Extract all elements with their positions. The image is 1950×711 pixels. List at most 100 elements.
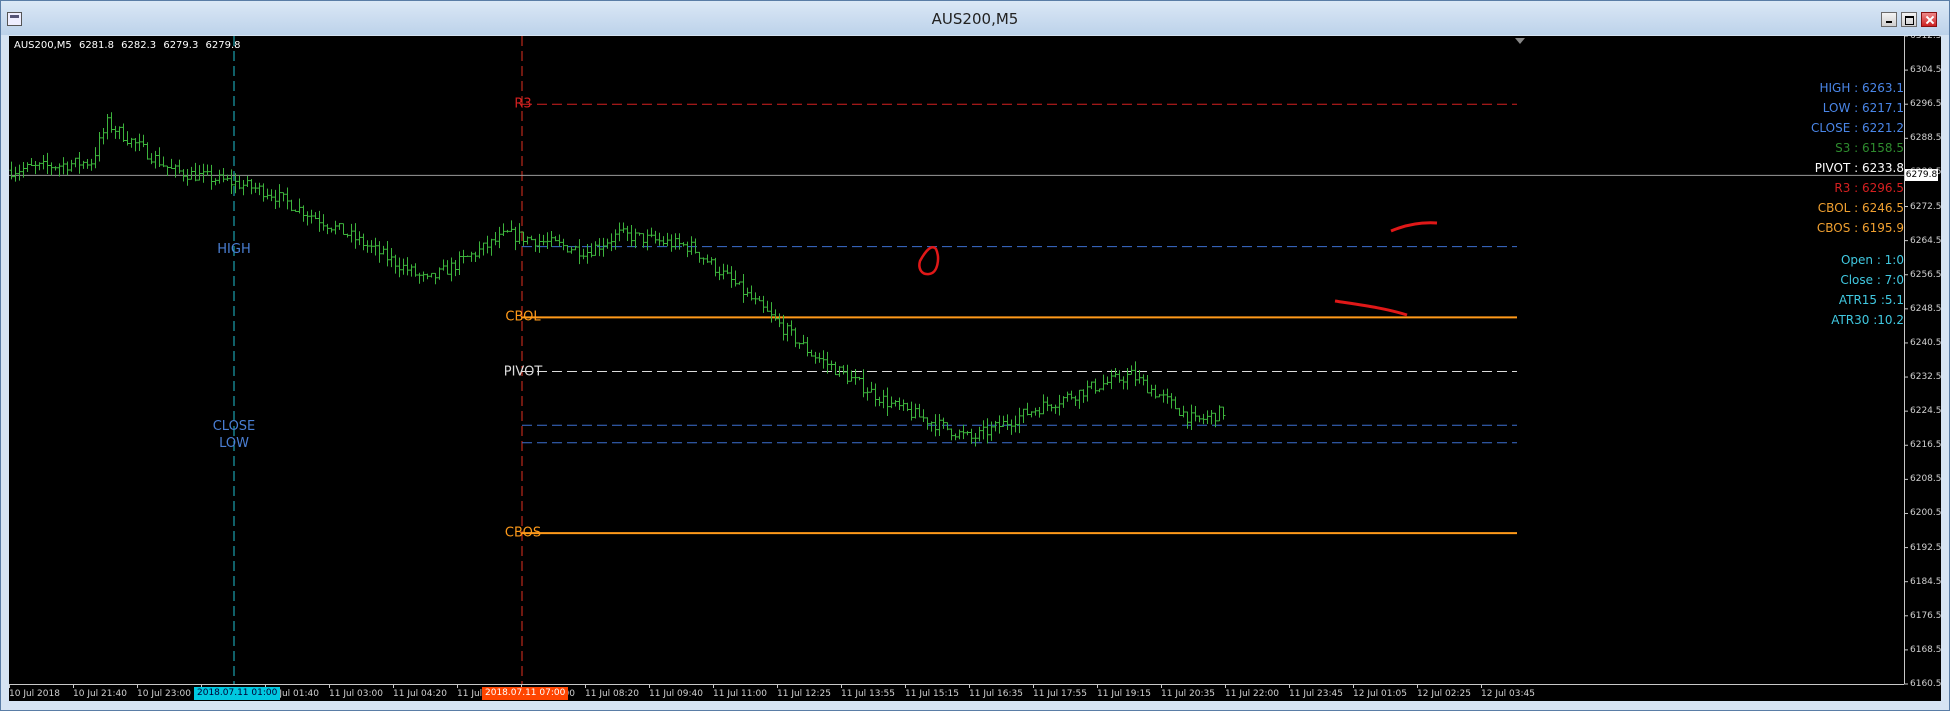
vline-time-marker-day: 2018.07.11 01:00 — [194, 687, 281, 700]
ohlc-bar — [433, 272, 438, 285]
ohlc-bar — [789, 320, 794, 336]
ohlc-bar — [773, 309, 778, 321]
ohlc-bar — [1165, 388, 1170, 404]
ohlc-bar — [537, 233, 542, 253]
symbol-name: AUS200,M5 — [14, 40, 72, 51]
ohlc-bar — [289, 199, 294, 212]
ohlc-bar — [13, 166, 18, 182]
ohlc-bar — [485, 235, 490, 254]
ohlc-bar — [213, 178, 218, 186]
ohlc-bar — [685, 241, 690, 258]
annotation-high-stroke — [1390, 221, 1438, 233]
ohlc-bar — [277, 184, 282, 208]
ohlc-bar — [53, 166, 58, 171]
ohlc-bar — [845, 364, 850, 385]
ohlc-bar — [353, 223, 358, 249]
ohlc-bar — [101, 128, 106, 145]
ohlc-bar — [345, 233, 350, 238]
ohlc-bar — [729, 266, 734, 288]
price-tick-label: 6184.5 — [1910, 576, 1941, 587]
ohlc-bar — [445, 260, 450, 275]
ohlc-bar — [1021, 408, 1026, 423]
ohlc-bar — [1133, 361, 1138, 387]
ohlc-bar — [561, 238, 566, 251]
ohlc-bar — [1009, 419, 1014, 435]
ohlc-bar — [1029, 411, 1034, 418]
ohlc-bar — [669, 234, 674, 252]
ohlc-bar — [705, 254, 710, 263]
level-label-r3: R3 — [514, 96, 532, 112]
ohlc-bar — [1049, 404, 1054, 412]
ohlc-bar — [41, 155, 46, 170]
ohlc-bar — [1073, 395, 1078, 406]
ohlc-bar — [981, 420, 986, 440]
ohlc-bar — [49, 162, 54, 176]
price-tick-label: 6312.5 — [1910, 36, 1941, 41]
ohlc-bar — [1149, 384, 1154, 397]
info-row: ATR30 :10.2 — [1831, 313, 1904, 327]
level-label-pivot: PIVOT — [503, 364, 543, 379]
title-bar[interactable]: AUS200,M5 — [1, 1, 1949, 35]
ohlc-bar — [121, 123, 126, 142]
ohlc-bar — [1189, 404, 1194, 430]
ohlc-bar — [357, 231, 362, 246]
ohlc-bar — [593, 241, 598, 256]
ohlc-bar — [197, 165, 202, 181]
close-button[interactable] — [1921, 12, 1937, 27]
price-tick-label: 6224.5 — [1910, 406, 1941, 417]
ohlc-bar — [241, 180, 246, 196]
ohlc-bar — [829, 360, 834, 371]
ohlc-bar — [405, 257, 410, 276]
ohlc-bar — [781, 314, 786, 341]
price-scale[interactable]: 6160.5 6168.5 6176.5 6184.5 6192.5 6200.5 6208… — [1904, 36, 1941, 701]
ohlc-bar — [169, 158, 174, 170]
ohlc-bar — [9, 161, 14, 180]
ohlc-bar — [25, 162, 30, 172]
minimize-button[interactable] — [1881, 12, 1897, 27]
ohlc-bar — [1013, 415, 1018, 433]
ohlc-bar — [637, 232, 642, 236]
ohlc-bar — [153, 150, 158, 169]
day-high-label: HIGH — [217, 242, 251, 257]
ohlc-bar — [897, 397, 902, 411]
ohlc-bar — [129, 137, 134, 148]
ohlc-bar — [17, 164, 22, 181]
info-row: CBOS : 6195.9 — [1816, 221, 1904, 235]
day-close-label: CLOSE — [212, 419, 256, 434]
ohlc-bar — [257, 182, 262, 196]
ohlc-bar — [1081, 389, 1086, 403]
info-row: CLOSE : 6221.2 — [1811, 121, 1904, 135]
ohlc-bar — [1117, 370, 1122, 383]
symbol-info: AUS200,M5 6281.8 6282.3 6279.3 6279.8 — [14, 40, 245, 51]
ohlc-bar — [1185, 411, 1190, 429]
chart-shift-marker[interactable] — [1515, 38, 1525, 44]
ohlc-bar — [809, 349, 814, 357]
day-low-label: LOW — [219, 436, 249, 451]
ohlc-bar — [1109, 369, 1114, 390]
ohlc-bar — [81, 160, 86, 169]
ohlc-bar — [925, 417, 930, 430]
ohlc-bar — [377, 241, 382, 263]
info-row: R3 : 6296.5 — [1834, 181, 1904, 195]
maximize-button[interactable] — [1901, 12, 1917, 27]
ohlc-bar — [1197, 415, 1202, 423]
ohlc-bar — [57, 163, 62, 177]
ohlc-bar — [457, 251, 462, 275]
ohlc-bar — [93, 147, 98, 169]
ohlc-open: 6281.8 — [78, 40, 114, 51]
ohlc-bar — [993, 420, 998, 432]
time-tick-label: 12 Jul 01:05 — [1353, 689, 1407, 699]
ohlc-bar — [1205, 410, 1210, 425]
ohlc-bar — [413, 263, 418, 277]
ohlc-bar — [577, 239, 582, 265]
ohlc-bar — [569, 246, 574, 254]
ohlc-bar — [229, 169, 234, 195]
chart-area[interactable]: AUS200,M5 6281.8 6282.3 6279.3 6279.8 R3… — [9, 36, 1941, 701]
time-tick-label: 11 Jul 03:00 — [329, 689, 383, 699]
ohlc-bar — [429, 272, 434, 278]
ohlc-bar — [441, 259, 446, 271]
ohlc-bar — [969, 428, 974, 444]
ohlc-bar — [453, 259, 458, 277]
ohlc-bar — [1161, 389, 1166, 403]
ohlc-bar — [245, 176, 250, 187]
